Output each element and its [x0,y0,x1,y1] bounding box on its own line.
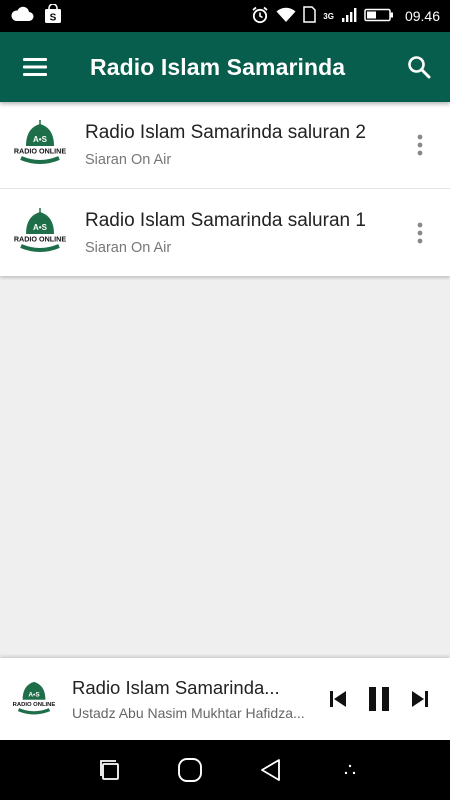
player-subtitle: Ustadz Abu Nasim Mukhtar Hafidza... [72,705,305,721]
search-icon [408,56,431,79]
recent-apps-button[interactable] [85,745,135,795]
home-button[interactable] [165,745,215,795]
station-title: Radio Islam Samarinda saluran 1 [85,209,366,231]
svg-text:RADIO ONLINE: RADIO ONLINE [13,702,56,708]
home-icon [178,758,202,782]
station-logo: A•S RADIO ONLINE [14,207,67,252]
more-options-button[interactable] [400,115,440,175]
station-list: A•S RADIO ONLINE Radio Islam Samarinda s… [0,102,450,276]
svg-text:RADIO ONLINE: RADIO ONLINE [14,147,67,156]
mini-player[interactable]: A•S RADIO ONLINE Radio Islam Samarinda..… [0,658,450,740]
cloud-icon [10,6,34,27]
system-nav-bar [0,740,450,800]
network-type: 3G [323,11,334,21]
station-title: Radio Islam Samarinda saluran 2 [85,122,366,143]
hamburger-menu-icon [23,58,47,76]
skip-previous-button[interactable] [318,674,358,724]
more-vert-icon [417,222,423,243]
pause-button[interactable] [358,674,400,724]
svg-text:A•S: A•S [33,135,48,144]
svg-text:S: S [50,12,57,23]
player-station-logo: A•S RADIO ONLINE [13,681,56,715]
back-icon [261,759,280,781]
svg-text:A•S: A•S [28,692,40,699]
more-vert-icon [417,134,423,156]
signal-icon [341,7,357,26]
player-title: Radio Islam Samarinda... [72,677,280,698]
list-item[interactable]: A•S RADIO ONLINE Radio Islam Samarinda s… [0,189,450,276]
recent-apps-icon [100,760,119,780]
shop-bag-icon: S [44,2,62,29]
list-item[interactable]: A•S RADIO ONLINE Radio Islam Samarinda s… [0,102,450,189]
skip-previous-icon [330,691,346,707]
battery-icon [364,8,394,25]
status-time: 09.46 [404,8,440,24]
sim-icon [303,6,317,26]
skip-next-button[interactable] [400,674,440,724]
pause-icon [369,687,389,711]
station-logo: A•S RADIO ONLINE [14,120,67,164]
svg-text:RADIO ONLINE: RADIO ONLINE [14,234,67,243]
page-title: Radio Islam Samarinda [90,53,346,80]
status-bar: S 3G 09.46 [0,0,450,32]
station-subtitle: Siaran On Air [85,152,172,168]
skip-next-icon [412,691,428,707]
back-button[interactable] [245,745,295,795]
svg-text:A•S: A•S [33,223,48,232]
station-subtitle: Siaran On Air [85,239,172,256]
menu-dots-icon [344,764,356,775]
wifi-icon [276,7,296,26]
menu-button[interactable] [0,32,70,102]
menu-dots-button[interactable] [325,745,375,795]
search-button[interactable] [388,32,450,102]
app-bar: Radio Islam Samarinda [0,32,450,102]
alarm-icon [251,6,269,27]
more-options-button[interactable] [400,203,440,263]
